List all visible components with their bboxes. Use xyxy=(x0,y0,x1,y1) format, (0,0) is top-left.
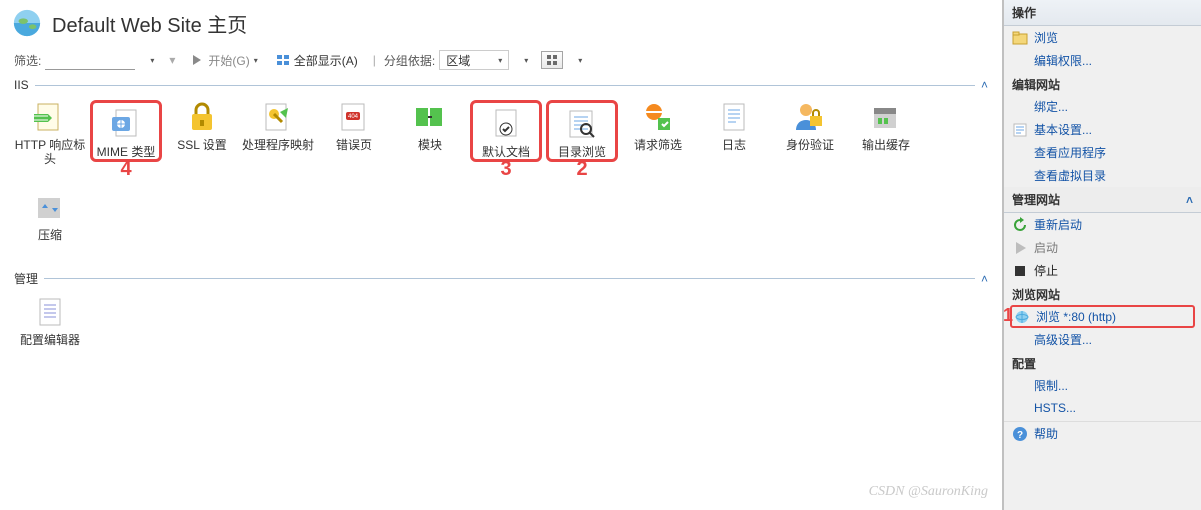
iis-output-caching[interactable]: 输出缓存 xyxy=(850,100,922,152)
action-browse-http[interactable]: 浏览 *:80 (http) xyxy=(1010,305,1195,328)
filter-input[interactable] xyxy=(45,50,135,70)
iis-request-filtering[interactable]: 请求筛选 xyxy=(622,100,694,152)
subheader-edit-site: 编辑网站 xyxy=(1004,74,1201,95)
iis-logging[interactable]: 日志 xyxy=(698,100,770,152)
iis-ssl-settings[interactable]: SSL 设置 xyxy=(166,100,238,152)
iis-compression[interactable]: 压缩 xyxy=(14,190,86,242)
modules-icon xyxy=(412,100,448,136)
action-view-apps[interactable]: 查看应用程序 xyxy=(1004,141,1201,164)
config-editor-icon xyxy=(32,295,68,331)
group-sort-toggle[interactable]: ▾ xyxy=(513,50,535,70)
iis-mime-types[interactable]: MIME 类型 4 xyxy=(90,100,162,162)
action-start: 启动 xyxy=(1004,236,1201,259)
subheader-config: 配置 xyxy=(1004,353,1201,374)
iis-modules[interactable]: 模块 xyxy=(394,100,466,152)
section-iis-label: IIS xyxy=(14,78,29,92)
show-all-dropdown[interactable]: 全部显示(A) xyxy=(269,50,365,70)
restart-icon xyxy=(1012,217,1028,233)
callout-4: 4 xyxy=(120,158,131,181)
error-page-icon: 404 xyxy=(336,100,372,136)
cache-icon xyxy=(868,100,904,136)
iis-error-pages[interactable]: 404 错误页 xyxy=(318,100,390,152)
start-dropdown[interactable]: 开始(G) ▾ xyxy=(183,50,264,70)
callout-3: 3 xyxy=(500,158,511,181)
play-icon xyxy=(1012,240,1028,256)
callout-2: 2 xyxy=(576,158,587,181)
watermark: CSDN @SauronKing xyxy=(869,484,988,500)
group-label: 分组依据: xyxy=(384,52,435,69)
explore-icon xyxy=(1012,30,1028,46)
stop-icon xyxy=(1012,263,1028,279)
action-hsts[interactable]: HSTS... xyxy=(1004,397,1201,419)
help-icon: ? xyxy=(1012,426,1028,442)
manage-icons: 配置编辑器 xyxy=(8,291,994,355)
start-label: 开始(G) xyxy=(208,52,249,69)
action-help[interactable]: ? 帮助 xyxy=(1004,422,1201,445)
collapse-icon: ˄ xyxy=(981,78,988,92)
mime-icon xyxy=(108,107,144,143)
browse-icon xyxy=(1014,309,1030,325)
section-iis-header[interactable]: IIS ˄ xyxy=(8,78,994,92)
http-headers-icon xyxy=(32,100,68,136)
manage-site-header[interactable]: 管理网站 ˄ xyxy=(1004,187,1201,213)
show-all-label: 全部显示(A) xyxy=(294,52,358,69)
filter-toolbar: 筛选: ▾ ▾ 开始(G) ▾ 全部显示(A) | 分组依据: 区域 ▾ ▾ ▾ xyxy=(8,48,994,72)
lock-icon xyxy=(184,100,220,136)
handler-icon xyxy=(260,100,296,136)
action-basic-settings[interactable]: 基本设置... xyxy=(1004,118,1201,141)
action-advanced[interactable]: 高级设置... xyxy=(1004,328,1201,351)
iis-authentication[interactable]: 身份验证 xyxy=(774,100,846,152)
iis-default-document[interactable]: 默认文档 3 xyxy=(470,100,542,162)
iis-http-response-headers[interactable]: HTTP 响应标头 xyxy=(14,100,86,166)
svg-text:?: ? xyxy=(1017,430,1023,441)
group-value: 区域 xyxy=(446,52,470,69)
settings-icon xyxy=(1012,122,1028,138)
view-mode-large[interactable] xyxy=(541,51,563,69)
filter-label: 筛选: xyxy=(14,52,41,69)
view-mode-toggle[interactable]: ▾ xyxy=(567,50,589,70)
collapse-icon: ˄ xyxy=(1186,193,1193,207)
request-filter-icon xyxy=(640,100,676,136)
compress-icon xyxy=(32,190,68,226)
svg-text:404: 404 xyxy=(348,114,359,120)
action-bindings[interactable]: 绑定... xyxy=(1004,95,1201,118)
actions-pane: 操作 浏览 编辑权限... 编辑网站 绑定... 基本设置... 查看应用程序 … xyxy=(1003,0,1201,510)
manage-config-editor[interactable]: 配置编辑器 xyxy=(14,295,86,347)
page-header: Default Web Site 主页 xyxy=(8,4,994,48)
action-edit-permissions[interactable]: 编辑权限... xyxy=(1004,49,1201,72)
callout-1: 1 xyxy=(1003,305,1013,326)
iis-handler-mappings[interactable]: 处理程序映射 xyxy=(242,100,314,152)
section-manage-label: 管理 xyxy=(14,270,38,287)
subheader-browse-site: 浏览网站 xyxy=(1004,284,1201,305)
action-view-vdirs[interactable]: 查看虚拟目录 xyxy=(1004,164,1201,187)
action-limits[interactable]: 限制... xyxy=(1004,374,1201,397)
iis-directory-browsing[interactable]: 目录浏览 2 xyxy=(546,100,618,162)
action-stop[interactable]: 停止 xyxy=(1004,259,1201,282)
action-restart[interactable]: 重新启动 xyxy=(1004,213,1201,236)
action-explore[interactable]: 浏览 xyxy=(1004,26,1201,49)
iis-icons: HTTP 响应标头 MIME 类型 4 SSL 设置 处理程序映射 404 错误… xyxy=(8,96,994,250)
dir-browse-icon xyxy=(564,107,600,143)
log-icon xyxy=(716,100,752,136)
actions-header: 操作 xyxy=(1004,0,1201,26)
section-manage-header[interactable]: 管理 ˄ xyxy=(8,270,994,287)
collapse-icon: ˄ xyxy=(981,272,988,286)
default-doc-icon xyxy=(488,107,524,143)
group-dropdown[interactable]: 区域 ▾ xyxy=(439,50,509,70)
page-title: Default Web Site 主页 xyxy=(52,9,247,38)
filter-dropdown-toggle[interactable]: ▾ xyxy=(139,50,161,70)
auth-icon xyxy=(792,100,828,136)
globe-icon xyxy=(12,8,42,38)
